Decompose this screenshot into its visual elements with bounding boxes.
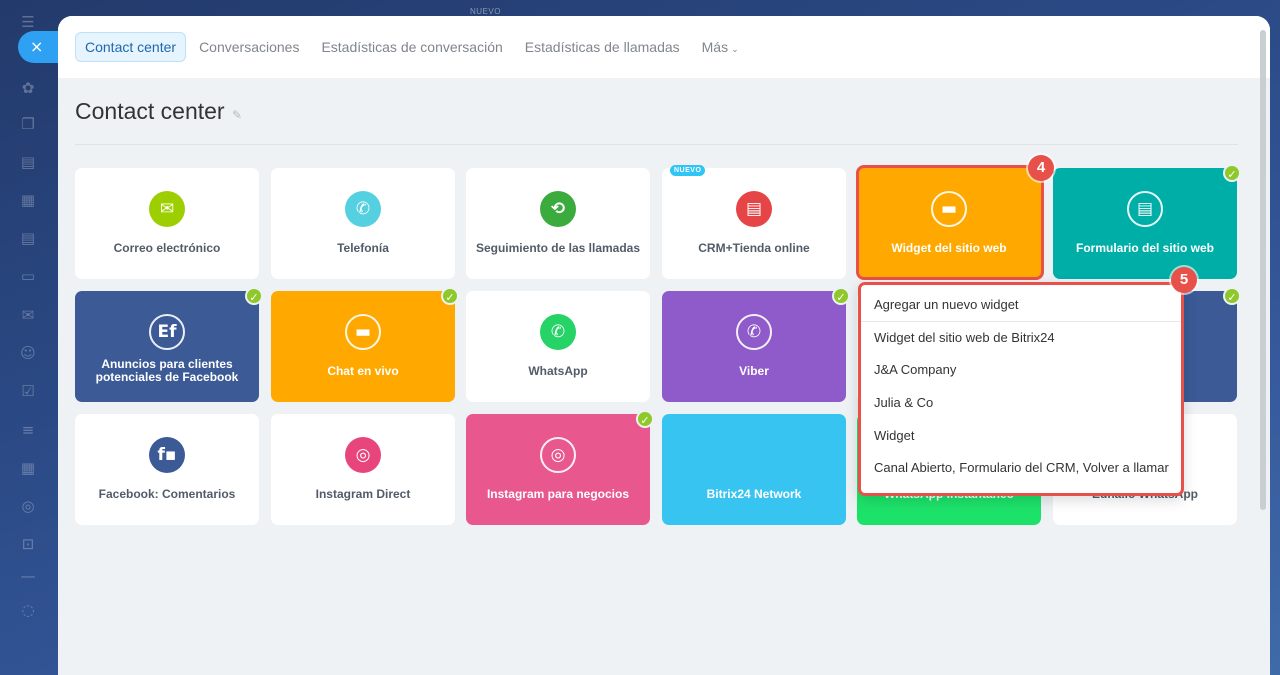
channel-tile-label: Instagram para negocios xyxy=(486,486,630,501)
rail-icon[interactable]: ☑ xyxy=(18,381,38,401)
live-chat-icon: ▬ xyxy=(345,314,381,350)
channel-tile-label: Instagram Direct xyxy=(315,486,411,501)
new-badge: NUEVO xyxy=(670,165,706,176)
left-sidebar: ☰ ✿ ❐ ▤ ▦ ▤ ▭ ✉ ☺ ☑ ≡ ▦ ◎ ⊡ — ◌ xyxy=(0,0,56,675)
viber-icon: ✆ xyxy=(736,314,772,350)
dropdown-item[interactable]: Julia & Co xyxy=(861,387,1181,420)
channel-tile-label: Anuncios para clientes potenciales de Fa… xyxy=(95,357,239,384)
channel-tile-label: Chat en vivo xyxy=(327,363,399,378)
channel-tile-label: Seguimiento de las llamadas xyxy=(475,240,641,255)
rail-icon[interactable]: ◌ xyxy=(18,600,38,620)
channel-tile[interactable]: ◎ Instagram para negocios ✓ xyxy=(466,410,654,525)
background-label: NUEVO xyxy=(470,7,501,16)
tab-mas[interactable]: Más ⌄ xyxy=(702,39,739,55)
dropdown-item[interactable]: J&A Company xyxy=(861,354,1181,387)
step-badge-4: 4 xyxy=(1028,155,1054,181)
channel-tile-label: Correo electrónico xyxy=(113,240,221,255)
connected-check-icon: ✓ xyxy=(636,410,654,428)
rail-icon[interactable]: ✉ xyxy=(18,305,38,325)
channel-tile-label: Formulario del sitio web xyxy=(1075,240,1215,255)
facebook-leads-icon: Ef xyxy=(149,314,185,350)
chevron-down-icon: ⌄ xyxy=(731,44,739,54)
widget-dropdown-menu: Agregar un nuevo widget Widget del sitio… xyxy=(858,282,1184,496)
tab-contact-center[interactable]: Contact center xyxy=(75,32,187,62)
rail-icon[interactable]: ▤ xyxy=(18,228,38,248)
channel-tile-label: WhatsApp xyxy=(528,363,588,378)
channel-tile[interactable]: ◎ Instagram Direct xyxy=(271,414,455,525)
dropdown-item[interactable]: Widget xyxy=(861,420,1181,453)
contact-center-panel: Contact center Conversaciones Estadístic… xyxy=(58,16,1270,675)
rail-icon[interactable]: ▤ xyxy=(18,152,38,172)
rail-icon[interactable]: ▦ xyxy=(18,458,38,478)
connected-check-icon: ✓ xyxy=(245,287,263,305)
dropdown-item[interactable]: Widget del sitio web de Bitrix24 xyxy=(861,322,1181,355)
mail-icon: ✉ xyxy=(149,191,185,227)
tab-mas-label: Más xyxy=(701,39,729,55)
connected-check-icon: ✓ xyxy=(832,287,850,305)
rail-icon: — xyxy=(20,567,36,585)
instagram-direct-icon: ◎ xyxy=(345,437,381,473)
rail-icon[interactable]: ☺ xyxy=(18,343,38,363)
channel-tile[interactable]: ✆ WhatsApp xyxy=(466,291,650,402)
top-tabs: Contact center Conversaciones Estadístic… xyxy=(58,16,1270,78)
channel-tile[interactable]: f▪ Facebook: Comentarios xyxy=(75,414,259,525)
connected-check-icon: ✓ xyxy=(1223,164,1241,182)
channel-tile-label: Facebook: Comentarios xyxy=(98,486,236,501)
whatsapp-icon: ✆ xyxy=(540,314,576,350)
close-icon: × xyxy=(30,37,44,56)
connected-check-icon: ✓ xyxy=(1223,287,1241,305)
close-slider-button[interactable]: × xyxy=(18,31,62,63)
rail-icon[interactable]: ◎ xyxy=(18,496,38,516)
dropdown-item-add-widget[interactable]: Agregar un nuevo widget xyxy=(861,289,1181,322)
channel-tile-label: Telefonía xyxy=(337,240,389,255)
pin-icon[interactable]: ✎ xyxy=(232,108,242,122)
channel-tile[interactable]: ✆ Telefonía xyxy=(271,168,455,279)
tab-estadisticas-llamadas[interactable]: Estadísticas de llamadas xyxy=(525,39,680,55)
facebook-comments-icon: f▪ xyxy=(149,437,185,473)
page-title: Contact center xyxy=(75,98,225,124)
call-tracking-icon: ⟲ xyxy=(540,191,576,227)
channel-tile[interactable]: ▤ CRM+Tienda online NUEVO xyxy=(662,165,846,279)
rail-icon[interactable]: ▦ xyxy=(18,190,38,210)
tab-conversaciones[interactable]: Conversaciones xyxy=(199,39,299,55)
store-icon: ▤ xyxy=(736,191,772,227)
channel-tile-label: CRM+Tienda online xyxy=(698,240,810,255)
scrollbar[interactable] xyxy=(1260,30,1266,510)
highlight-frame-widget xyxy=(856,165,1044,280)
channel-tile[interactable]: Ef Anuncios para clientes potenciales de … xyxy=(75,287,263,402)
tab-estadisticas-conversacion[interactable]: Estadísticas de conversación xyxy=(321,39,502,55)
divider xyxy=(75,144,1238,145)
form-icon: ▤ xyxy=(1127,191,1163,227)
rail-icon[interactable]: ✿ xyxy=(18,78,38,98)
channel-tile[interactable]: Bitrix24 Network xyxy=(662,414,846,525)
rail-icon[interactable]: ⊡ xyxy=(18,534,38,554)
channel-tile[interactable]: ▤ Formulario del sitio web ✓ xyxy=(1053,164,1241,279)
channel-tile[interactable]: ⟲ Seguimiento de las llamadas xyxy=(466,168,650,279)
channel-tile[interactable]: ▬ Chat en vivo ✓ xyxy=(271,287,459,402)
step-badge-5: 5 xyxy=(1171,267,1197,293)
channel-tile[interactable]: ✉ Correo electrónico xyxy=(75,168,259,279)
connected-check-icon: ✓ xyxy=(441,287,459,305)
rail-icon[interactable]: ▭ xyxy=(18,266,38,286)
dropdown-item[interactable]: Canal Abierto, Formulario del CRM, Volve… xyxy=(861,452,1181,485)
channel-tile-label: Viber xyxy=(739,363,769,378)
channel-tile-label: Bitrix24 Network xyxy=(706,486,802,501)
rail-icon[interactable]: ≡ xyxy=(18,420,38,440)
menu-icon[interactable]: ☰ xyxy=(18,12,38,32)
rail-icon[interactable]: ❐ xyxy=(18,114,38,134)
channel-tile[interactable]: ✆ Viber ✓ xyxy=(662,287,850,402)
phone-icon: ✆ xyxy=(345,191,381,227)
instagram-business-icon: ◎ xyxy=(540,437,576,473)
